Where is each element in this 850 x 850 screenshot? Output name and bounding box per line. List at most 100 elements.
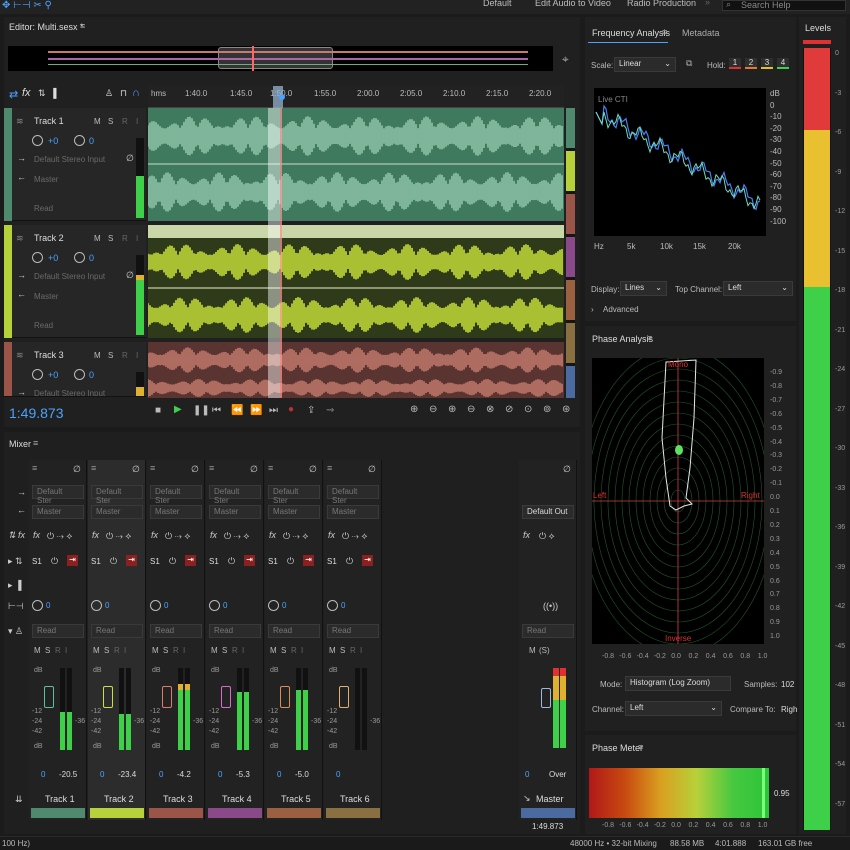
- loop-button[interactable]: ⇪: [307, 405, 315, 416]
- send-prefader-icon[interactable]: ⇥: [185, 555, 196, 566]
- zoom-navigator-icon[interactable]: ⌖: [562, 52, 569, 67]
- solo-button[interactable]: S: [108, 351, 113, 360]
- track-input[interactable]: Default Stereo Input: [34, 155, 105, 164]
- track-grip-icon[interactable]: ≋: [16, 116, 24, 127]
- channel-input-select[interactable]: Default Ster: [91, 485, 143, 505]
- channel-mute-button[interactable]: M: [152, 646, 159, 655]
- mixer-sends-row-icon[interactable]: ▸ ⇅: [8, 556, 23, 567]
- zoom-in-point-icon[interactable]: ⊘: [505, 404, 513, 415]
- channel-fx-power-icon[interactable]: ⏻ ⇢ ⟡: [165, 531, 190, 542]
- workspace-radio-production[interactable]: Radio Production: [627, 0, 696, 8]
- tab-metadata[interactable]: Metadata: [682, 28, 720, 38]
- frequency-menu-icon[interactable]: ≡: [662, 27, 667, 37]
- track-input[interactable]: Default Stereo Input: [34, 389, 105, 396]
- send-power-icon[interactable]: ⏻: [346, 556, 353, 567]
- mute-button[interactable]: M: [94, 117, 101, 126]
- multitrack-waveforms[interactable]: [148, 108, 564, 398]
- channel-pan-value[interactable]: 0: [105, 601, 109, 610]
- zoom-in-amplitude-icon[interactable]: ⊕: [410, 404, 418, 415]
- channel-automation-select[interactable]: Read: [32, 624, 84, 638]
- mixer-title[interactable]: Mixer: [9, 439, 31, 449]
- track-automation-mode[interactable]: Read: [34, 204, 53, 213]
- phase-meter-title[interactable]: Phase Meter: [592, 743, 643, 753]
- channel-mute-button[interactable]: M: [211, 646, 218, 655]
- channel-output-select[interactable]: Master: [268, 505, 320, 519]
- channel-record-button[interactable]: R: [350, 646, 356, 655]
- channel-automation-select[interactable]: Read: [91, 624, 143, 638]
- channel-name[interactable]: Track 2: [104, 794, 134, 804]
- channel-solo-button[interactable]: S: [163, 646, 168, 655]
- channel-volume-value[interactable]: 0: [218, 770, 222, 779]
- send-prefader-icon[interactable]: ⇥: [303, 555, 314, 566]
- track-input[interactable]: Default Stereo Input: [34, 272, 105, 281]
- sends-icon[interactable]: ⇅: [38, 88, 46, 99]
- master-fader[interactable]: [541, 688, 551, 708]
- send-power-icon[interactable]: ⏻: [169, 556, 176, 567]
- display-select[interactable]: Lines ⌄: [620, 281, 667, 296]
- channel-pan-knob[interactable]: [150, 600, 161, 611]
- phase-invert-icon[interactable]: ∅: [191, 464, 199, 475]
- send-power-icon[interactable]: ⏻: [51, 556, 58, 567]
- track-name[interactable]: Track 3: [34, 350, 64, 360]
- channel-pan-knob[interactable]: [209, 600, 220, 611]
- workspace-default[interactable]: Default: [483, 0, 512, 8]
- channel-fx-power-icon[interactable]: ⏻ ⇢ ⟡: [342, 531, 367, 542]
- channel-name[interactable]: Track 4: [222, 794, 252, 804]
- phase-invert-icon[interactable]: ∅: [73, 464, 81, 475]
- fast-forward-button[interactable]: ⏩: [250, 405, 262, 416]
- track-2-header[interactable]: ≋ Track 2 M S R I +0 0 → Default Stereo …: [4, 225, 146, 338]
- channel-grip-icon[interactable]: ≡: [268, 463, 273, 473]
- compare-to-value[interactable]: Righ: [781, 705, 797, 714]
- channel-automation-select[interactable]: Read: [268, 624, 320, 638]
- channel-pan-value[interactable]: 0: [164, 601, 168, 610]
- mixer-eq-row-icon[interactable]: ▸ ▐: [8, 580, 21, 591]
- scale-select[interactable]: Linear ⌄: [614, 57, 676, 72]
- master-grip-icon[interactable]: ↘: [523, 793, 531, 804]
- phase-analysis-title[interactable]: Phase Analysis: [592, 334, 653, 344]
- channel-pan-value[interactable]: 0: [341, 601, 345, 610]
- phase-invert-icon[interactable]: ∅: [126, 270, 134, 281]
- record-arm-button[interactable]: R: [122, 117, 128, 126]
- record-arm-button[interactable]: R: [122, 234, 128, 243]
- channel-pan-value[interactable]: 0: [46, 601, 50, 610]
- channel-monitor-button[interactable]: I: [360, 646, 362, 655]
- zoom-full-icon[interactable]: ⊗: [486, 404, 494, 415]
- levels-title[interactable]: Levels: [805, 23, 831, 33]
- channel-send-label[interactable]: S1: [150, 557, 160, 566]
- channel-name[interactable]: Track 6: [340, 794, 370, 804]
- channel-volume-value[interactable]: 0: [159, 770, 163, 779]
- phase-invert-icon[interactable]: ∅: [309, 464, 317, 475]
- channel-mute-button[interactable]: M: [34, 646, 41, 655]
- hold-4-button[interactable]: 4: [777, 58, 789, 69]
- channel-name[interactable]: Track 5: [281, 794, 311, 804]
- channel-output-select[interactable]: Master: [150, 505, 202, 519]
- advanced-toggle[interactable]: Advanced: [603, 305, 639, 314]
- channel-fx-power-icon[interactable]: ⏻ ⇢ ⟡: [283, 531, 308, 542]
- channel-send-label[interactable]: S1: [268, 557, 278, 566]
- channel-fx-icon[interactable]: fx: [151, 530, 158, 540]
- channel-fader[interactable]: [280, 686, 290, 708]
- master-mono-icon[interactable]: ((•)): [543, 601, 558, 611]
- volume-knob[interactable]: [32, 252, 43, 263]
- volume-knob[interactable]: [32, 135, 43, 146]
- channel-grip-icon[interactable]: ≡: [150, 463, 155, 473]
- samples-value[interactable]: 102: [781, 680, 794, 689]
- pause-button[interactable]: ❚❚: [193, 405, 210, 416]
- channel-fx-icon[interactable]: fx: [33, 530, 40, 540]
- search-help-box[interactable]: ⌕ Search Help: [722, 0, 846, 11]
- pan-knob[interactable]: [74, 252, 85, 263]
- channel-input-select[interactable]: Default Ster: [32, 485, 84, 505]
- channel-pan-value[interactable]: 0: [282, 601, 286, 610]
- phase-invert-icon[interactable]: ∅: [132, 464, 140, 475]
- channel-pan-knob[interactable]: [32, 600, 43, 611]
- master-name[interactable]: Master: [536, 794, 564, 804]
- skip-end-button[interactable]: ⏭: [269, 405, 278, 416]
- channel-grip-icon[interactable]: ≡: [327, 463, 332, 473]
- channel-monitor-button[interactable]: I: [124, 646, 126, 655]
- channel-automation-select[interactable]: Read: [209, 624, 261, 638]
- volume-knob[interactable]: [32, 369, 43, 380]
- channel-send-label[interactable]: S1: [32, 557, 42, 566]
- zoom-out-point-icon[interactable]: ⊙: [524, 404, 532, 415]
- channel-mute-button[interactable]: M: [329, 646, 336, 655]
- skip-start-button[interactable]: ⏮: [212, 405, 221, 416]
